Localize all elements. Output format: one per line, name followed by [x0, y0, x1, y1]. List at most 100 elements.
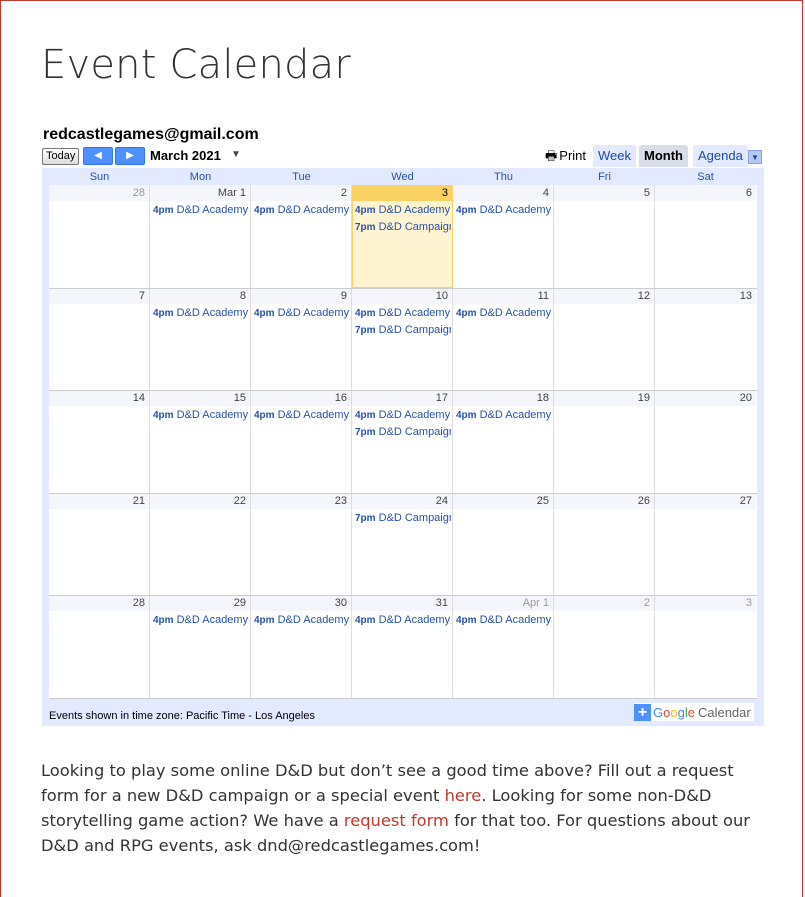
event-title: D&D Academy: [176, 614, 249, 627]
day-of-week-header: Sun Mon Tue Wed Thu Fri Sat: [49, 171, 757, 185]
event-time: 4pm: [254, 307, 275, 319]
calendar-event[interactable]: 4pm D&D Academy: [456, 409, 552, 422]
print-button[interactable]: 🖶 Print: [545, 147, 586, 169]
day-cell[interactable]: Apr 1 4pm D&D Academy: [453, 595, 554, 698]
agenda-dropdown-icon[interactable]: ▼: [748, 150, 762, 164]
calendar-event[interactable]: 4pm D&D Academy: [355, 409, 451, 422]
day-cell[interactable]: 19: [554, 390, 655, 493]
request-form-link[interactable]: request form: [344, 811, 449, 830]
day-cell[interactable]: 9 4pm D&D Academy: [251, 287, 352, 391]
event-title: D&D Campaign: [378, 511, 451, 524]
chevron-down-icon[interactable]: ▼: [231, 149, 241, 160]
day-cell[interactable]: 14: [49, 390, 150, 493]
calendar-event[interactable]: 4pm D&D Academy: [355, 614, 451, 627]
day-cell[interactable]: 6: [655, 185, 756, 288]
day-cell[interactable]: 8 4pm D&D Academy: [150, 287, 251, 391]
calendar-event[interactable]: 4pm D&D Academy: [456, 204, 552, 217]
day-cell[interactable]: 26: [554, 492, 655, 596]
day-cell[interactable]: 12: [554, 287, 655, 391]
day-cell[interactable]: 31 4pm D&D Academy: [352, 595, 453, 698]
here-link[interactable]: here: [445, 786, 482, 805]
calendar-event[interactable]: 4pm D&D Academy: [456, 307, 552, 320]
day-cell[interactable]: 10 4pm D&D Academy 7pm D&D Campaign: [352, 287, 453, 391]
date-number: 9: [251, 287, 351, 304]
today-button[interactable]: Today: [42, 148, 80, 165]
prev-month-button[interactable]: ◀: [83, 147, 113, 165]
calendar-event[interactable]: 7pm D&D Campaign: [355, 426, 451, 439]
date-number: 16: [251, 390, 351, 407]
day-cell[interactable]: 25: [453, 492, 554, 596]
calendar-event[interactable]: 7pm D&D Campaign: [355, 324, 451, 337]
google-calendar-link[interactable]: + Google Calendar: [634, 703, 754, 721]
day-cell[interactable]: 13: [655, 287, 756, 391]
calendar-event[interactable]: 7pm D&D Campaign: [355, 512, 451, 525]
date-number: Mar 1: [150, 185, 250, 201]
date-number: 20: [655, 390, 756, 407]
day-cell[interactable]: 7: [49, 287, 150, 391]
day-cell[interactable]: 4 4pm D&D Academy: [453, 185, 554, 288]
event-time: 4pm: [355, 615, 376, 627]
date-number: 28: [49, 185, 149, 201]
event-time: 7pm: [355, 222, 376, 233]
calendar-event[interactable]: 4pm D&D Academy: [355, 307, 451, 320]
event-title: D&D Academy: [479, 409, 552, 422]
day-cell[interactable]: Mar 1 4pm D&D Academy: [150, 185, 251, 288]
calendar-event[interactable]: 4pm D&D Academy: [254, 307, 350, 320]
day-cell[interactable]: 29 4pm D&D Academy: [150, 595, 251, 698]
date-number: 3: [352, 185, 452, 201]
event-title: D&D Academy: [479, 614, 552, 627]
calendar-event[interactable]: 4pm D&D Academy: [355, 204, 451, 217]
google-logo-letter: g: [677, 704, 685, 720]
tab-agenda[interactable]: Agenda: [693, 145, 748, 167]
week-row: 21 22 23 24 7pm D&D Campaign 25 26 27: [49, 492, 757, 596]
calendar-event[interactable]: 4pm D&D Academy: [456, 614, 552, 627]
date-number: 2: [554, 595, 654, 612]
day-cell[interactable]: 28: [49, 595, 150, 698]
day-cell-today[interactable]: 3 4pm D&D Academy 7pm D&D Campaign: [352, 185, 453, 288]
event-time: 4pm: [456, 205, 477, 216]
day-cell[interactable]: 2 4pm D&D Academy: [251, 185, 352, 288]
day-cell[interactable]: 24 7pm D&D Campaign: [352, 492, 453, 596]
day-cell[interactable]: 22: [150, 492, 251, 596]
calendar-event[interactable]: 4pm D&D Academy: [153, 409, 249, 422]
day-cell[interactable]: 18 4pm D&D Academy: [453, 390, 554, 493]
calendar-event[interactable]: 4pm D&D Academy: [153, 307, 249, 320]
day-cell[interactable]: 11 4pm D&D Academy: [453, 287, 554, 391]
day-cell[interactable]: 21: [49, 492, 150, 596]
calendar-event[interactable]: 4pm D&D Academy: [153, 614, 249, 627]
calendar-word: Calendar: [697, 704, 751, 720]
day-cell[interactable]: 30 4pm D&D Academy: [251, 595, 352, 698]
date-number: 17: [352, 390, 452, 407]
date-number: 13: [655, 287, 756, 304]
calendar-event[interactable]: 4pm D&D Academy: [254, 614, 350, 627]
day-cell[interactable]: 20: [655, 390, 756, 493]
event-title: D&D Academy: [277, 409, 350, 422]
calendar-event[interactable]: 4pm D&D Academy: [153, 204, 249, 217]
calendar-event[interactable]: 7pm D&D Campaign: [355, 221, 451, 234]
day-cell[interactable]: 2: [554, 595, 655, 698]
day-cell[interactable]: 15 4pm D&D Academy: [150, 390, 251, 493]
calendar-widget: Sun Mon Tue Wed Thu Fri Sat 28 Mar 1 4pm D&D Acad…: [42, 168, 764, 726]
day-cell[interactable]: 5: [554, 185, 655, 288]
next-month-button[interactable]: ▶: [115, 147, 145, 165]
date-number: 15: [150, 390, 250, 407]
day-cell[interactable]: 27: [655, 492, 756, 596]
event-title: D&D Academy: [176, 409, 249, 422]
calendar-event[interactable]: 4pm D&D Academy: [254, 204, 350, 217]
calendar-event[interactable]: 4pm D&D Academy: [254, 409, 350, 422]
day-cell[interactable]: 28: [49, 185, 150, 288]
tab-week[interactable]: Week: [593, 145, 636, 167]
day-cell[interactable]: 3: [655, 595, 756, 698]
event-title: D&D Academy: [378, 614, 451, 627]
event-time: 4pm: [254, 410, 275, 422]
date-number: 5: [554, 185, 654, 201]
day-cell[interactable]: 23: [251, 492, 352, 596]
day-of-week-label: Sun: [89, 171, 110, 183]
date-number: 22: [150, 492, 250, 509]
day-of-week-label: Sat: [697, 171, 714, 183]
chevron-right-icon: ▶: [126, 150, 134, 161]
tab-month[interactable]: Month: [639, 145, 688, 167]
date-number: 29: [150, 595, 250, 612]
day-cell[interactable]: 17 4pm D&D Academy 7pm D&D Campaign: [352, 390, 453, 493]
day-cell[interactable]: 16 4pm D&D Academy: [251, 390, 352, 493]
